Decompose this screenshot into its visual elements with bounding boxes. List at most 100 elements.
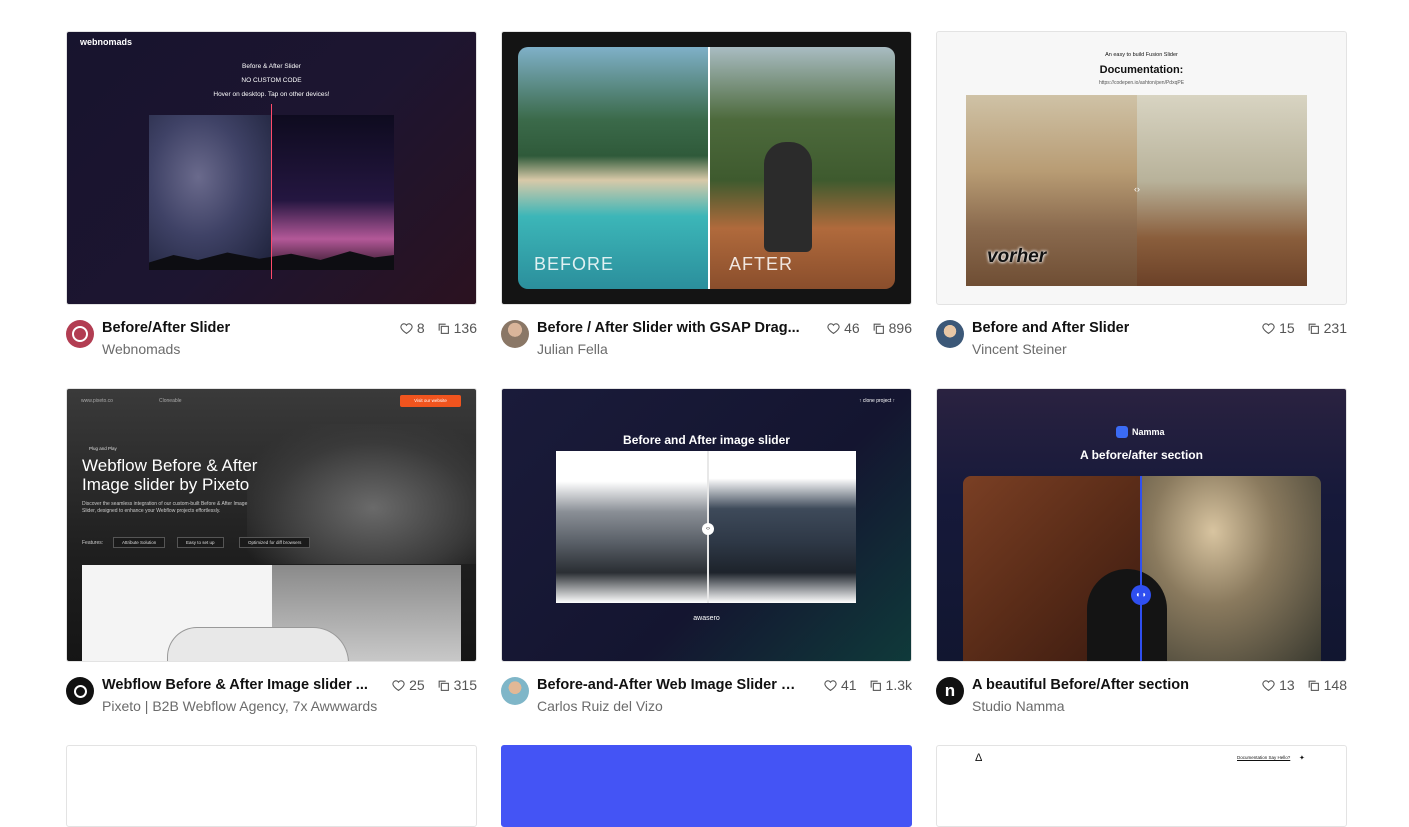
thumb-desc: Discover the seamless integration of our… [82,501,248,514]
brand-logo: webnomads [80,37,133,47]
clone-count[interactable]: 148 [1307,676,1347,694]
project-card[interactable]: www.pixeto.co Cloneable Visit our websit… [66,388,477,745]
card-title[interactable]: Before/After Slider [102,319,230,337]
clone-count[interactable]: 896 [872,319,912,337]
feature-chip: Optimized for diff browsers [239,537,311,548]
clone-value: 315 [453,677,477,693]
slider-divider[interactable] [271,104,272,279]
avatar[interactable] [936,320,964,348]
thumb-heading: A before/after section [1080,448,1203,462]
project-card[interactable] [501,745,912,827]
elephant [764,142,812,252]
avatar[interactable] [66,677,94,705]
project-card[interactable]: BEFORE AFTER Before / After Slider with … [501,31,912,388]
like-value: 13 [1279,677,1295,693]
brand-logo: Namma [1116,426,1165,438]
after-image [272,115,394,270]
feature-chip: Easy to set up [177,537,224,548]
avatar[interactable] [501,320,529,348]
clone-value: 896 [888,320,912,336]
card-stats: 13 148 [1262,676,1347,694]
card-meta: Before-and-After Web Image Slider W... C… [501,676,912,720]
like-count[interactable]: 25 [392,676,425,694]
project-thumbnail[interactable]: BEFORE AFTER [501,31,912,305]
clone-icon [873,323,884,334]
card-author[interactable]: Carlos Ruiz del Vizo [537,697,663,715]
nav-cta-button[interactable]: Visit our website [400,395,461,407]
cat [1087,569,1167,661]
clone-count[interactable]: 136 [437,319,477,337]
project-thumbnail[interactable] [501,745,912,827]
like-count[interactable]: 41 [824,676,857,694]
card-title[interactable]: Before and After Slider [972,319,1129,337]
project-card[interactable]: Δ Documentation Say Hello? ✦ [936,745,1347,827]
heart-icon [392,679,405,691]
card-meta: Before and After Slider Vincent Steiner … [936,319,1347,363]
slider-divider[interactable] [708,47,710,289]
namma-logo-icon [1116,426,1128,438]
clone-count[interactable]: 231 [1307,319,1347,337]
card-author[interactable]: Vincent Steiner [972,340,1067,358]
nav-links: Documentation Say Hello? [1237,755,1291,760]
card-stats: 15 231 [1262,319,1347,337]
heart-icon [824,679,837,691]
clone-count[interactable]: 315 [437,676,477,694]
project-card[interactable]: Namma A before/after section ◐◑ n A beau… [936,388,1347,745]
clone-value: 231 [1323,320,1347,336]
clone-count[interactable]: 1.3k [869,676,912,694]
project-thumbnail[interactable]: www.pixeto.co Cloneable Visit our websit… [66,388,477,662]
like-count[interactable]: 13 [1262,676,1295,694]
project-thumbnail[interactable]: Δ Documentation Say Hello? ✦ [936,745,1347,827]
brand-logo: Δ [975,752,983,764]
clone-icon [1308,323,1319,334]
card-author[interactable]: Webnomads [102,340,180,358]
card-author[interactable]: Studio Namma [972,697,1065,715]
slider-handle-icon[interactable]: ‹› [1129,184,1145,196]
thumb-heading: Before and After image slider [623,433,790,447]
showcase-grid: webnomads Before & After Slider NO CUSTO… [66,31,1347,827]
slider-divider[interactable] [1140,476,1142,661]
card-title[interactable]: Webflow Before & After Image slider ... [102,676,368,694]
clone-icon [1308,680,1319,691]
twitter-icon: ✦ [1299,755,1305,762]
card-title[interactable]: A beautiful Before/After section [972,676,1189,694]
slider-handle-icon[interactable]: ‹› [702,523,714,535]
heart-icon [400,322,413,334]
like-count[interactable]: 15 [1262,319,1295,337]
project-thumbnail[interactable]: ↑ clone project ↑ Before and After image… [501,388,912,662]
project-card[interactable] [66,745,477,827]
card-title[interactable]: Before / After Slider with GSAP Drag... [537,319,800,337]
car-sketch [167,627,349,661]
clone-icon [870,680,881,691]
card-stats: 46 896 [827,319,912,337]
like-count[interactable]: 8 [400,319,425,337]
clone-value: 148 [1323,677,1347,693]
project-thumbnail[interactable]: Namma A before/after section ◐◑ [936,388,1347,662]
project-card[interactable]: webnomads Before & After Slider NO CUSTO… [66,31,477,388]
clone-value: 136 [453,320,477,336]
avatar[interactable]: n [936,677,964,705]
thumb-sub: NO CUSTOM CODE [241,77,302,84]
card-stats: 25 315 [392,676,477,694]
card-title[interactable]: Before-and-After Web Image Slider W... [537,676,805,694]
slider-handle-icon[interactable]: ◐◑ [1131,585,1151,605]
avatar[interactable] [66,320,94,348]
card-author[interactable]: Pixeto | B2B Webflow Agency, 7x Awwwards [102,697,377,715]
project-thumbnail[interactable]: An easy to build Fusion Slider Documenta… [936,31,1347,305]
project-thumbnail[interactable]: webnomads Before & After Slider NO CUSTO… [66,31,477,305]
clone-value: 1.3k [885,677,912,693]
card-author[interactable]: Julian Fella [537,340,608,358]
project-thumbnail[interactable] [66,745,477,827]
after-image [708,451,856,603]
project-card[interactable]: ↑ clone project ↑ Before and After image… [501,388,912,745]
after-image [1137,95,1307,286]
before-image [518,47,709,289]
avatar[interactable] [501,677,529,705]
thumb-url: https://codepen.io/ashton/pen/PdxqPE [1098,80,1185,86]
like-count[interactable]: 46 [827,319,860,337]
before-label: BEFORE [534,254,615,274]
clone-link[interactable]: ↑ clone project ↑ [859,398,895,404]
clone-icon [438,323,449,334]
like-value: 8 [416,320,425,336]
project-card[interactable]: An easy to build Fusion Slider Documenta… [936,31,1347,388]
